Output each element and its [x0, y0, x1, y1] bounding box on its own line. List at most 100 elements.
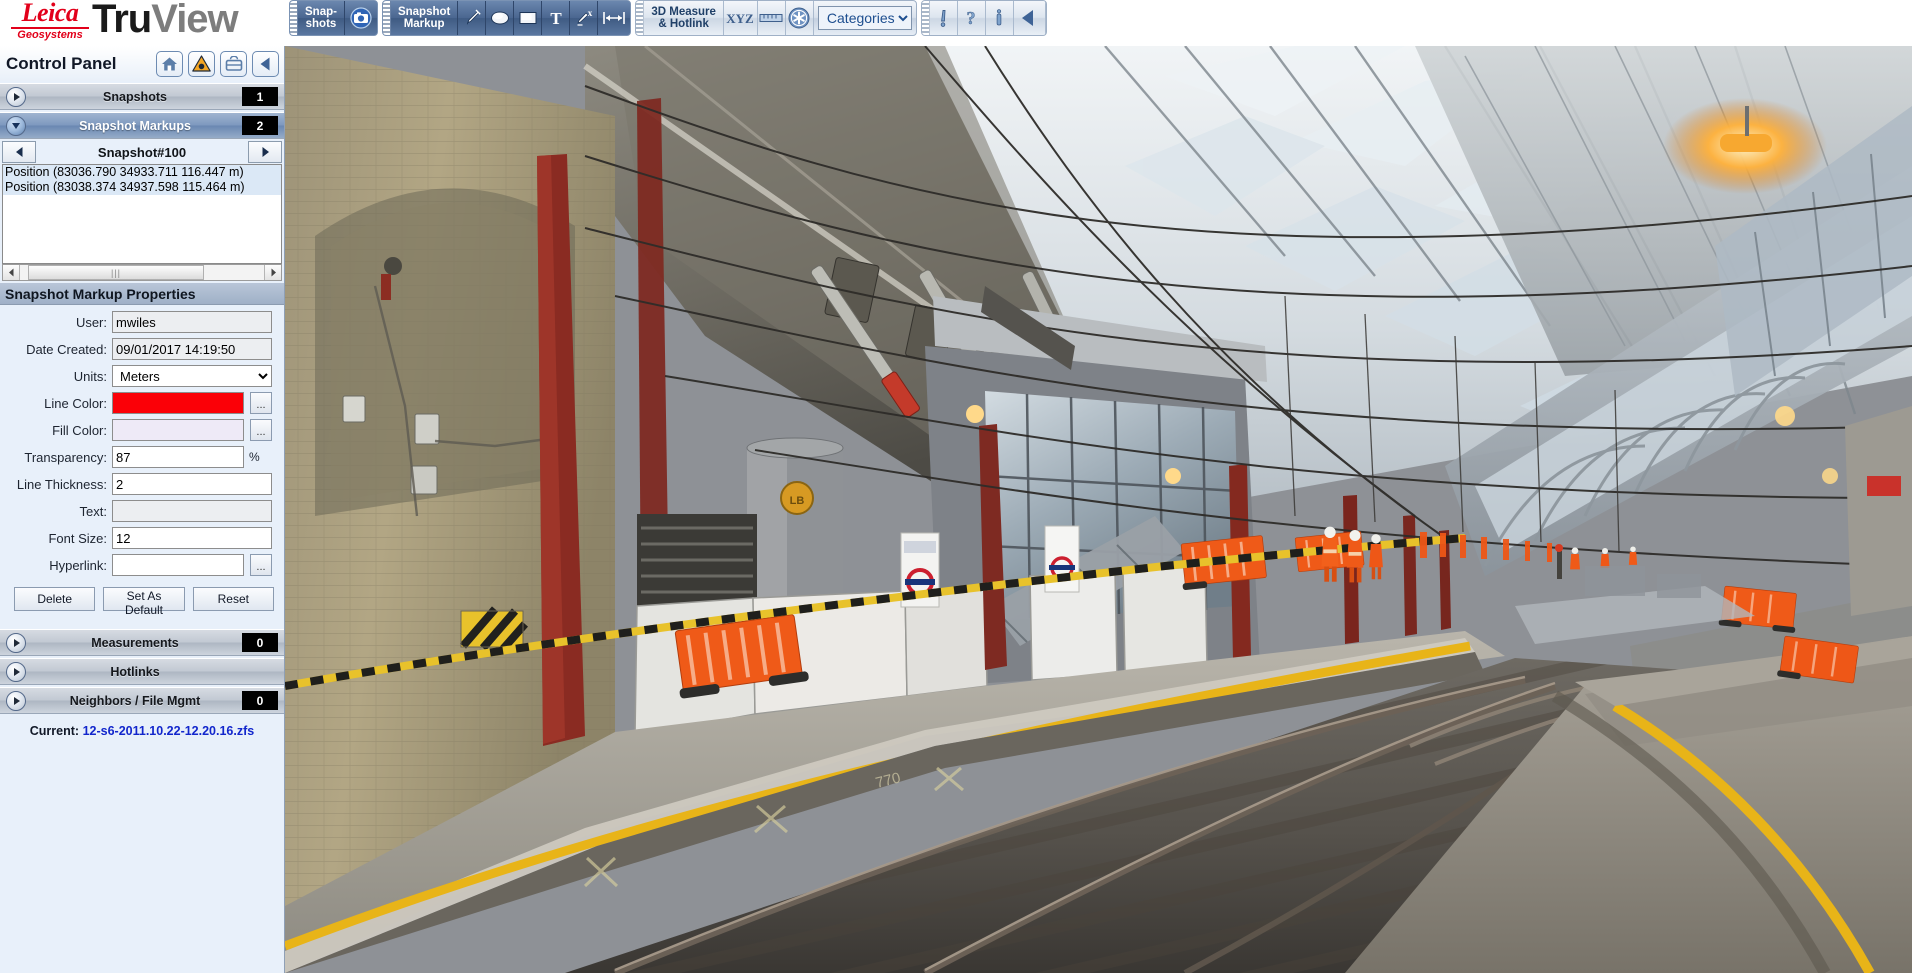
expand-arrow-icon[interactable]: [6, 86, 26, 107]
reset-button[interactable]: Reset: [192, 587, 274, 611]
fill-color-picker-button[interactable]: ...: [250, 419, 272, 441]
delete-button[interactable]: Delete: [14, 587, 96, 611]
arrow-right-icon: [262, 147, 269, 157]
ruler-icon[interactable]: [757, 1, 786, 35]
expand-arrow-icon[interactable]: [6, 661, 26, 682]
ellipse-icon-svg: [490, 11, 509, 25]
set-as-default-button[interactable]: Set As Default: [103, 587, 185, 617]
print-button[interactable]: [220, 50, 247, 77]
section-count-badge: 1: [242, 87, 278, 106]
panorama-image: LB 770: [285, 46, 1912, 973]
markup-list[interactable]: Position (83036.790 34933.711 116.447 m)…: [2, 164, 282, 264]
properties-header: Snapshot Markup Properties: [0, 283, 284, 305]
ellipse-icon[interactable]: [486, 1, 515, 35]
scroll-left-button[interactable]: [3, 265, 20, 280]
measure-span-icon[interactable]: [598, 1, 631, 35]
current-file-name[interactable]: 12-s6-2011.10.22-12.20.16.zfs: [83, 724, 255, 738]
about-icon[interactable]: [985, 1, 1014, 35]
svg-text:?: ?: [967, 8, 976, 28]
rectangle-icon[interactable]: [514, 1, 543, 35]
info-icon[interactable]: [929, 1, 958, 35]
user-field[interactable]: [112, 311, 272, 333]
about-icon-svg: [997, 9, 1002, 26]
properties-form: User: Date Created: Units: Meters Line C…: [0, 305, 284, 623]
sidebar-section-snapshot-markups[interactable]: Snapshot Markups 2: [0, 112, 284, 139]
text-icon[interactable]: T: [542, 1, 571, 35]
current-label: Current:: [29, 724, 80, 738]
collapse-panel-button[interactable]: [252, 50, 279, 77]
sidebar-section-hotlinks[interactable]: Hotlinks: [0, 658, 284, 685]
list-item[interactable]: Position (83036.790 34933.711 116.447 m): [3, 165, 281, 180]
field-row-line-thickness: Line Thickness:: [0, 473, 284, 495]
field-label: Units:: [73, 368, 107, 384]
date-created-field[interactable]: [112, 338, 272, 360]
field-label: Line Color:: [44, 395, 107, 411]
asterisk-icon[interactable]: [785, 1, 814, 35]
help-icon[interactable]: ?: [957, 1, 986, 35]
field-row-hyperlink: Hyperlink: ...: [0, 554, 284, 576]
measure-group-label: 3D Measure & Hotlink: [644, 1, 724, 35]
printer-icon: [225, 55, 242, 71]
prev-snapshot-button[interactable]: [2, 141, 36, 163]
line-color-picker-button[interactable]: ...: [250, 392, 272, 414]
delete-markup-icon[interactable]: x: [570, 1, 599, 35]
field-label: Transparency:: [24, 449, 107, 465]
sidebar-section-snapshots[interactable]: Snapshots 1: [0, 83, 284, 110]
markup-label-line2: Markup: [403, 18, 445, 30]
collapse-left-icon[interactable]: [1013, 1, 1046, 35]
snapshots-group-label: Snap- shots: [298, 1, 345, 35]
rectangle-icon-svg: [519, 12, 537, 24]
scrollbar-track[interactable]: |||: [20, 265, 264, 280]
leica-logo: Leica Geosystems: [10, 0, 90, 41]
font-size-field[interactable]: [112, 527, 272, 549]
drag-gripper[interactable]: [921, 1, 930, 35]
snapshots-label-line2: shots: [305, 18, 337, 30]
camera-icon[interactable]: [344, 1, 377, 35]
units-select[interactable]: Meters: [112, 365, 272, 387]
field-label: Text:: [79, 503, 107, 519]
text-icon-svg: T: [550, 9, 562, 28]
delete-markup-icon-svg: x: [577, 8, 593, 26]
asterisk-icon-svg: [788, 7, 810, 29]
field-row-font-size: Font Size:: [0, 527, 284, 549]
transparency-field[interactable]: [112, 446, 244, 468]
collapse-arrow-icon[interactable]: [6, 115, 26, 136]
chevron-right-icon: [13, 667, 20, 676]
hyperlink-field[interactable]: [112, 554, 244, 576]
fill-color-swatch[interactable]: [112, 419, 244, 441]
section-title: Measurements: [91, 635, 179, 650]
home-icon: [162, 57, 177, 70]
list-item[interactable]: Position (83038.374 34937.598 115.464 m): [3, 180, 281, 195]
collapse-left-icon-svg: [1022, 10, 1034, 26]
truview-wordmark: TruView: [92, 0, 239, 41]
sidebar-section-neighbors-file-mgmt[interactable]: Neighbors / File Mgmt 0: [0, 687, 284, 714]
drag-gripper[interactable]: [636, 1, 645, 35]
drag-gripper[interactable]: [382, 1, 391, 35]
field-label: Date Created:: [26, 341, 107, 357]
markup-list-scrollbar[interactable]: |||: [2, 264, 282, 281]
expand-arrow-icon[interactable]: [6, 632, 26, 653]
svg-text:T: T: [550, 9, 562, 28]
panoramic-viewer[interactable]: LB 770: [285, 46, 1912, 973]
hyperlink-browse-button[interactable]: ...: [250, 554, 272, 576]
field-row-date-created: Date Created:: [0, 338, 284, 360]
xyz-icon[interactable]: XYZ: [723, 1, 758, 35]
line-color-swatch[interactable]: [112, 392, 244, 414]
next-snapshot-button[interactable]: [248, 141, 282, 163]
pen-icon[interactable]: [458, 1, 487, 35]
home-button[interactable]: [156, 50, 183, 77]
drag-gripper[interactable]: [290, 1, 298, 35]
warning-button[interactable]: [188, 50, 215, 77]
expand-arrow-icon[interactable]: [6, 690, 26, 711]
scroll-right-button[interactable]: [264, 265, 281, 280]
categories-select[interactable]: Categories: [817, 6, 912, 30]
page-title: Control Panel: [6, 53, 117, 73]
sidebar-section-measurements[interactable]: Measurements 0: [0, 629, 284, 656]
top-toolbar: Leica Geosystems TruView Snap- shots Sna…: [0, 0, 1912, 46]
chevron-right-icon: [13, 92, 20, 101]
scrollbar-thumb[interactable]: |||: [28, 265, 204, 280]
leica-geosystems-text: Geosystems: [17, 29, 83, 41]
leica-wordmark: Leica: [21, 0, 79, 27]
text-field[interactable]: [112, 500, 272, 522]
line-thickness-field[interactable]: [112, 473, 272, 495]
